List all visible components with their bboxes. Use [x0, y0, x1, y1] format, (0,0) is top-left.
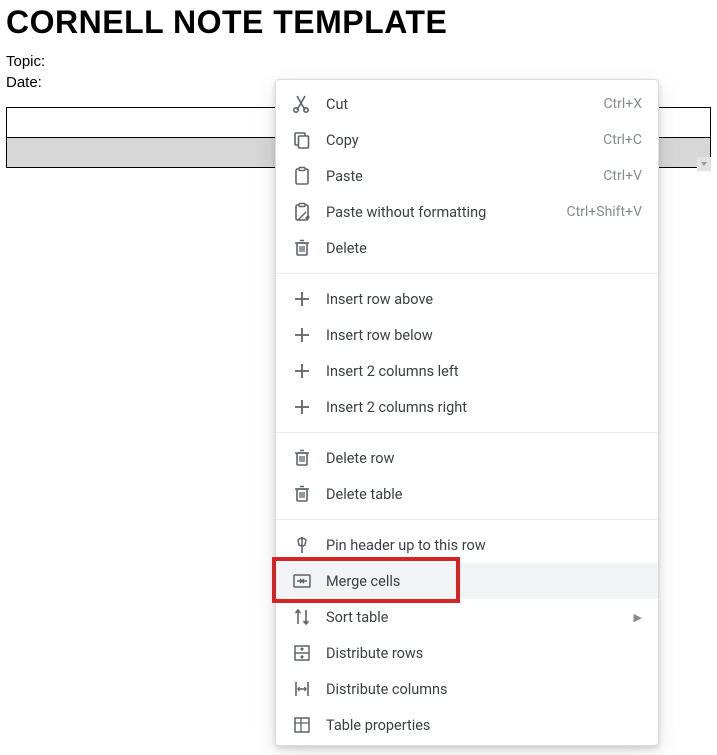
- menu-item-label: Insert row above: [326, 291, 642, 308]
- delete-icon: [292, 238, 312, 258]
- menu-item-label: Delete: [326, 240, 642, 257]
- menu-item-insert-2-columns-right[interactable]: Insert 2 columns right: [276, 389, 658, 425]
- menu-item-paste[interactable]: Paste Ctrl+V: [276, 158, 658, 194]
- menu-item-merge-cells[interactable]: Merge cells: [276, 563, 658, 599]
- menu-separator: [276, 273, 658, 274]
- dist-cols-icon: [292, 679, 312, 699]
- menu-item-label: Sort table: [326, 609, 626, 626]
- menu-item-label: Delete row: [326, 450, 642, 467]
- menu-item-cut[interactable]: Cut Ctrl+X: [276, 86, 658, 122]
- menu-shortcut: Ctrl+C: [603, 132, 642, 148]
- plus-icon: [292, 361, 312, 381]
- copy-icon: [292, 130, 312, 150]
- paste-icon: [292, 166, 312, 186]
- menu-item-label: Insert 2 columns left: [326, 363, 642, 380]
- menu-item-delete-table[interactable]: Delete table: [276, 476, 658, 512]
- menu-item-table-properties[interactable]: Table properties: [276, 707, 658, 743]
- menu-item-sort-table[interactable]: Sort table ▶: [276, 599, 658, 635]
- menu-item-insert-2-columns-left[interactable]: Insert 2 columns left: [276, 353, 658, 389]
- menu-item-paste-without-formatting[interactable]: Paste without formatting Ctrl+Shift+V: [276, 194, 658, 230]
- context-menu: Cut Ctrl+X Copy Ctrl+C Paste Ctrl+V Paste with…: [275, 79, 659, 746]
- plus-icon: [292, 289, 312, 309]
- menu-separator: [276, 519, 658, 520]
- pin-icon: [292, 535, 312, 555]
- menu-item-label: Distribute rows: [326, 645, 642, 662]
- menu-item-pin-header-up-to-this-row[interactable]: Pin header up to this row: [276, 527, 658, 563]
- menu-item-label: Paste without formatting: [326, 204, 554, 221]
- menu-item-label: Distribute columns: [326, 681, 642, 698]
- menu-item-label: Insert 2 columns right: [326, 399, 642, 416]
- paste-no-format-icon: [292, 202, 312, 222]
- dist-rows-icon: [292, 643, 312, 663]
- page-title: CORNELL NOTE TEMPLATE: [0, 0, 717, 51]
- menu-item-insert-row-above[interactable]: Insert row above: [276, 281, 658, 317]
- menu-item-delete[interactable]: Delete: [276, 230, 658, 266]
- menu-item-label: Insert row below: [326, 327, 642, 344]
- menu-item-label: Cut: [326, 96, 591, 113]
- menu-separator: [276, 432, 658, 433]
- menu-item-copy[interactable]: Copy Ctrl+C: [276, 122, 658, 158]
- submenu-arrow-icon: ▶: [634, 611, 642, 624]
- cut-icon: [292, 94, 312, 114]
- menu-item-label: Pin header up to this row: [326, 537, 642, 554]
- table-props-icon: [292, 715, 312, 735]
- delete-icon: [292, 484, 312, 504]
- topic-label: Topic:: [6, 51, 717, 72]
- menu-item-label: Table properties: [326, 717, 642, 734]
- menu-shortcut: Ctrl+X: [603, 96, 642, 112]
- menu-shortcut: Ctrl+V: [603, 168, 642, 184]
- menu-item-delete-row[interactable]: Delete row: [276, 440, 658, 476]
- merge-icon: [292, 571, 312, 591]
- plus-icon: [292, 325, 312, 345]
- cell-dropdown-handle[interactable]: [697, 157, 711, 171]
- menu-item-distribute-columns[interactable]: Distribute columns: [276, 671, 658, 707]
- menu-item-label: Copy: [326, 132, 591, 149]
- plus-icon: [292, 397, 312, 417]
- menu-item-distribute-rows[interactable]: Distribute rows: [276, 635, 658, 671]
- delete-icon: [292, 448, 312, 468]
- sort-icon: [292, 607, 312, 627]
- menu-item-label: Delete table: [326, 486, 642, 503]
- menu-item-label: Merge cells: [326, 573, 642, 590]
- menu-item-label: Paste: [326, 168, 591, 185]
- menu-shortcut: Ctrl+Shift+V: [566, 204, 642, 220]
- menu-item-insert-row-below[interactable]: Insert row below: [276, 317, 658, 353]
